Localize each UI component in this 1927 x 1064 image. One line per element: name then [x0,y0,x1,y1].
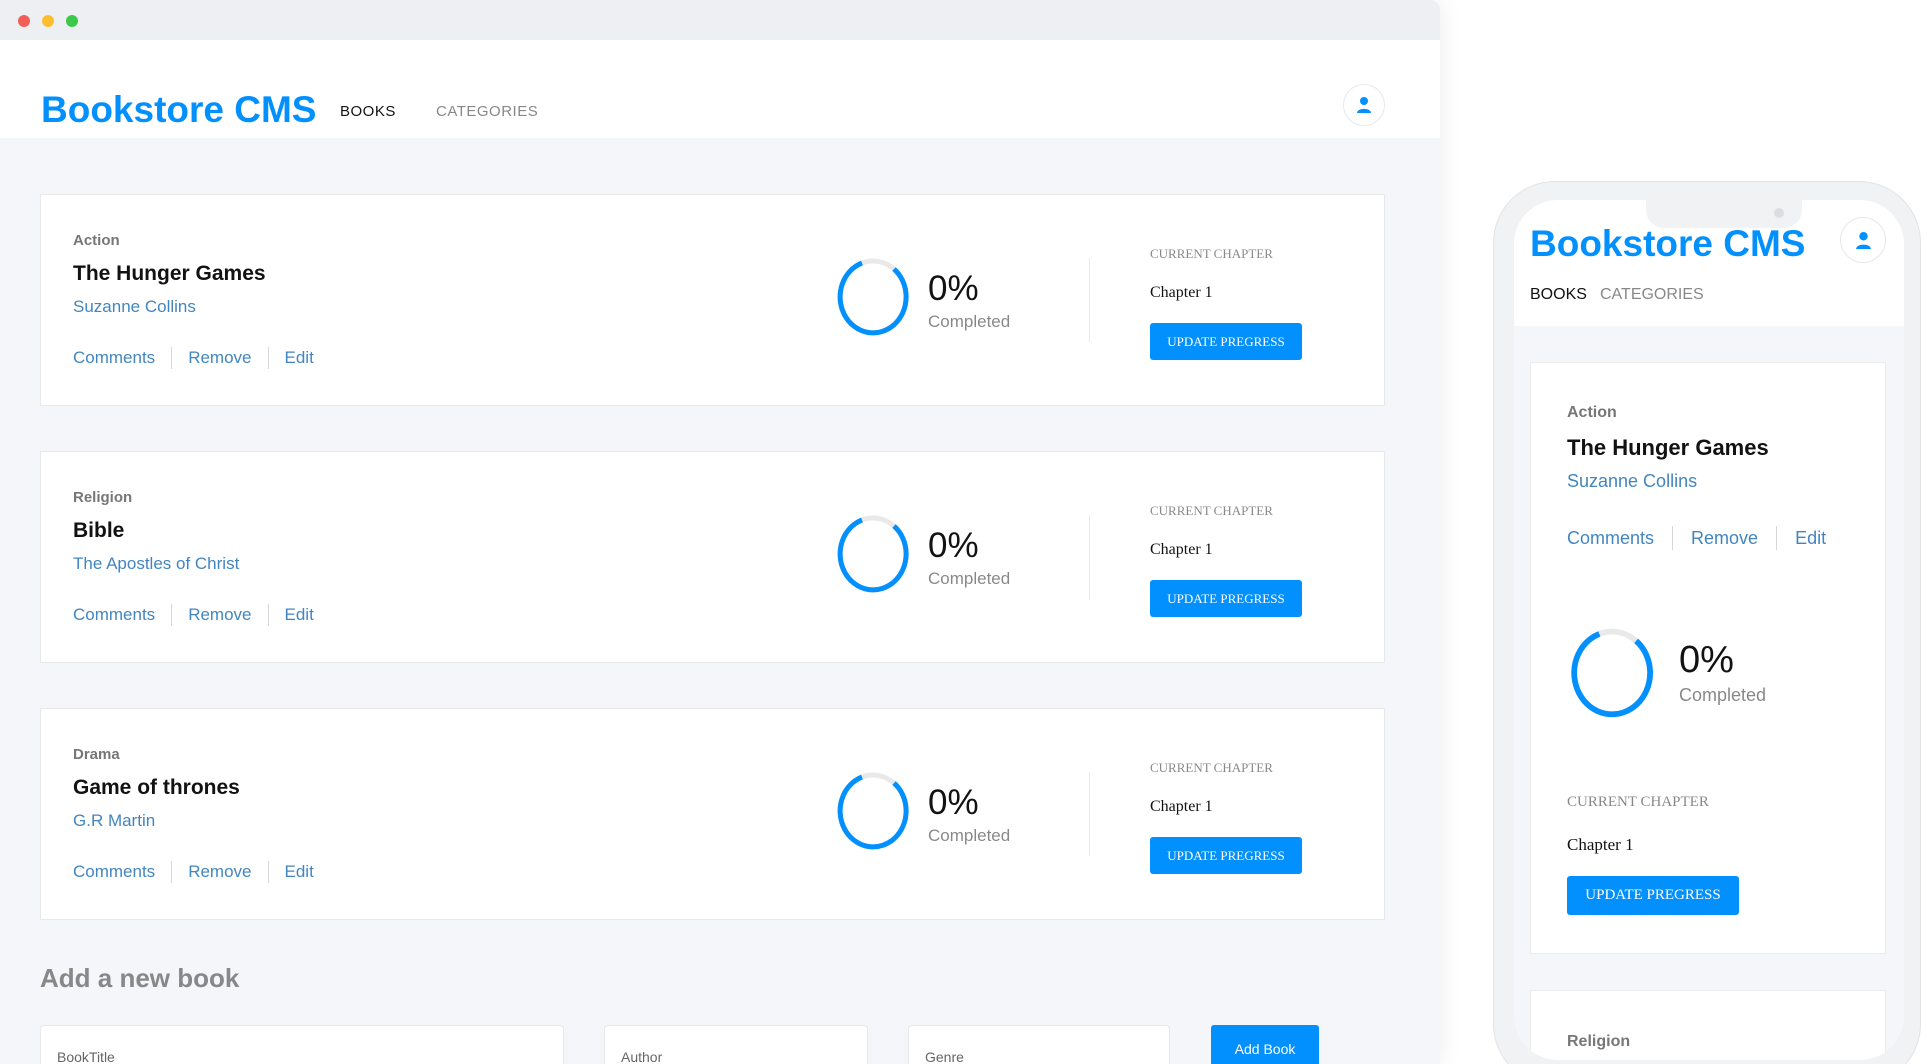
book-card: Action The Hunger Games Suzanne Collins … [40,194,1385,406]
progress-ring-icon [837,515,909,593]
book-genre: Drama [73,746,120,763]
current-chapter-label: CURRENT CHAPTER [1150,246,1273,261]
comments-button[interactable]: Comments [1567,528,1654,549]
author-input[interactable] [604,1025,868,1064]
progress-percent: 0% [928,526,979,565]
progress-percent: 0% [1679,639,1734,681]
book-actions: Comments Remove Edit [1567,526,1826,550]
remove-button[interactable]: Remove [188,862,251,882]
nav-categories-link[interactable]: CATEGORIES [436,103,538,120]
book-title: The Hunger Games [1567,435,1769,460]
progress-percent: 0% [928,783,979,822]
camera-icon [1774,208,1784,218]
current-chapter-value: Chapter 1 [1150,284,1213,301]
user-icon [1357,97,1371,113]
remove-button[interactable]: Remove [1691,528,1758,549]
book-author: G.R Martin [73,811,156,830]
comments-button[interactable]: Comments [73,348,155,368]
desktop-browser-window: Bookstore CMS BOOKS CATEGORIES Action Th… [0,0,1440,1064]
current-chapter-label: CURRENT CHAPTER [1150,760,1273,775]
edit-button[interactable]: Edit [1795,528,1826,549]
edit-button[interactable]: Edit [285,862,314,882]
book-author: The Apostles of Christ [73,554,240,573]
maximize-window-dot[interactable] [66,15,78,27]
book-title: Game of thrones [73,776,240,799]
user-icon [1855,231,1871,249]
action-divider [171,604,173,626]
card-divider [1089,772,1090,856]
completed-label: Completed [1679,685,1767,705]
book-author: Suzanne Collins [73,297,196,316]
action-divider [267,861,269,883]
nav-books-link[interactable]: BOOKS [340,103,396,120]
action-divider [171,861,173,883]
update-progress-button[interactable]: UPDATE PREGRESS [1150,837,1302,874]
mobile-user-profile-button[interactable] [1840,217,1886,263]
current-chapter-value: Chapter 1 [1150,541,1213,558]
phone-notch [1646,200,1802,228]
edit-button[interactable]: Edit [285,348,314,368]
book-title: The Hunger Games [73,262,266,285]
progress-ring-icon [837,772,909,850]
book-card: Religion Bible The Apostles of Christ Co… [40,451,1385,663]
book-card: Drama Game of thrones G.R Martin Comment… [40,708,1385,920]
remove-button[interactable]: Remove [188,605,251,625]
action-divider [171,347,173,369]
card-divider [1089,258,1090,342]
remove-button[interactable]: Remove [188,348,251,368]
completed-label: Completed [928,826,1011,845]
add-book-heading: Add a new book [40,963,240,993]
user-profile-button[interactable] [1343,84,1385,126]
completed-label: Completed [928,569,1011,588]
progress-ring-icon [837,258,909,336]
minimize-window-dot[interactable] [42,15,54,27]
action-divider [1776,526,1778,550]
mobile-book-card: Religion [1530,990,1886,1060]
action-divider [267,347,269,369]
mobile-app-logo[interactable]: Bookstore CMS [1530,223,1805,265]
edit-button[interactable]: Edit [285,605,314,625]
progress-ring-icon [1571,628,1653,718]
book-genre: Action [1567,404,1617,421]
mobile-nav-categories-link[interactable]: CATEGORIES [1600,286,1704,304]
app-header: Bookstore CMS BOOKS CATEGORIES [0,40,1440,138]
update-progress-button[interactable]: UPDATE PREGRESS [1150,323,1302,360]
current-chapter-value: Chapter 1 [1150,798,1213,815]
progress-percent: 0% [928,269,979,308]
book-actions: Comments Remove Edit [73,604,314,626]
update-progress-button[interactable]: UPDATE PREGRESS [1567,876,1739,915]
book-genre: Religion [1567,1033,1631,1050]
comments-button[interactable]: Comments [73,862,155,882]
mobile-book-card: Action The Hunger Games Suzanne Collins … [1530,362,1886,954]
action-divider [267,604,269,626]
mobile-screen: Bookstore CMS BOOKS CATEGORIES Action Th… [1514,200,1904,1060]
book-genre: Religion [73,489,133,506]
action-divider [1672,526,1674,550]
update-progress-button[interactable]: UPDATE PREGRESS [1150,580,1302,617]
card-divider [1089,515,1090,599]
comments-button[interactable]: Comments [73,605,155,625]
book-actions: Comments Remove Edit [73,347,314,369]
genre-input[interactable] [908,1025,1170,1064]
book-genre: Action [73,232,120,249]
app-logo[interactable]: Bookstore CMS [41,89,316,131]
mobile-nav-books-link[interactable]: BOOKS [1530,286,1587,304]
mobile-device-frame: Bookstore CMS BOOKS CATEGORIES Action Th… [1493,181,1921,1064]
completed-label: Completed [928,312,1011,331]
add-book-button[interactable]: Add Book [1211,1025,1319,1064]
browser-title-bar [0,0,1440,40]
book-title: Bible [73,519,125,542]
current-chapter-label: CURRENT CHAPTER [1567,794,1709,810]
current-chapter-value: Chapter 1 [1567,835,1634,854]
book-title-input[interactable] [40,1025,564,1064]
book-actions: Comments Remove Edit [73,861,314,883]
book-author: Suzanne Collins [1567,471,1698,491]
close-window-dot[interactable] [18,15,30,27]
current-chapter-label: CURRENT CHAPTER [1150,503,1273,518]
